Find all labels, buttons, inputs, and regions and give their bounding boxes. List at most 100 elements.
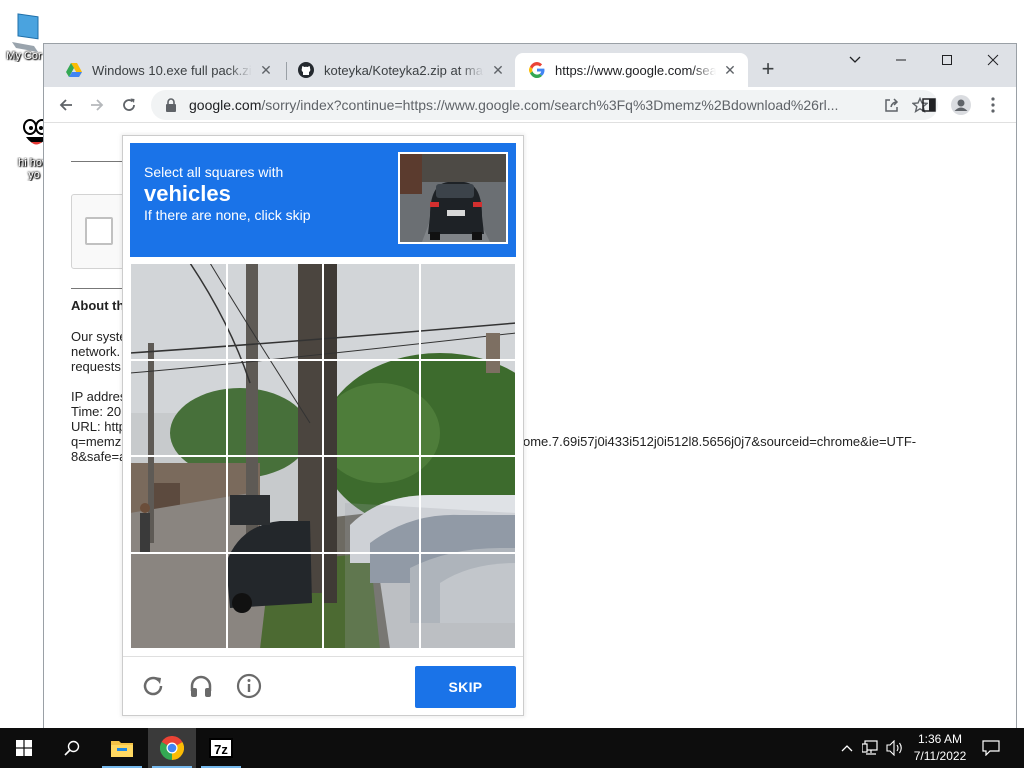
more-vertical-icon — [991, 97, 995, 113]
maximize-button[interactable] — [924, 44, 970, 76]
grid-tile[interactable] — [419, 263, 516, 360]
share-button[interactable] — [878, 91, 906, 119]
grid-tile[interactable] — [226, 456, 323, 553]
network-icon — [862, 740, 878, 755]
network-button[interactable] — [860, 738, 882, 758]
minimize-icon — [896, 59, 906, 61]
audio-challenge-button[interactable] — [186, 671, 216, 701]
info-icon — [236, 673, 262, 699]
search-button[interactable] — [48, 728, 96, 768]
challenge-header: Select all squares with vehicles If ther… — [130, 143, 516, 257]
challenge-image-grid — [130, 263, 516, 649]
grid-tile[interactable] — [130, 552, 227, 649]
taskbar-7zip[interactable]: 7z — [197, 728, 245, 768]
profile-button[interactable] — [947, 91, 975, 119]
side-panel-icon — [922, 98, 936, 112]
time-line: Time: 20 — [71, 404, 122, 419]
7zip-icon: 7z — [209, 738, 233, 758]
show-hidden-icons-button[interactable] — [838, 738, 856, 758]
forward-button[interactable] — [83, 91, 111, 119]
action-center-button[interactable] — [980, 738, 1002, 758]
maximize-icon — [942, 55, 952, 65]
body-line: network. — [71, 344, 121, 359]
google-drive-icon — [66, 62, 82, 78]
query-line: q=memz — [71, 434, 122, 449]
google-icon — [529, 62, 545, 78]
about-heading: About th — [71, 298, 125, 313]
grid-tile[interactable] — [323, 552, 420, 649]
close-tab-icon[interactable]: ✕ — [258, 62, 274, 78]
tab-title: Windows 10.exe full pack.zip - G — [92, 62, 252, 78]
address-bar[interactable]: google.com/sorry/index?continue=https://… — [151, 90, 938, 120]
challenge-instruction: Select all squares with — [144, 164, 284, 180]
new-tab-button[interactable]: + — [756, 58, 780, 82]
grid-tile[interactable] — [323, 456, 420, 553]
help-button[interactable] — [234, 671, 264, 701]
challenge-target: vehicles — [144, 181, 231, 206]
body-line: requests — [71, 359, 121, 374]
reload-button[interactable] — [115, 91, 143, 119]
menu-button[interactable] — [979, 91, 1007, 119]
grid-tile[interactable] — [419, 359, 516, 456]
tab-title: https://www.google.com/search — [555, 62, 716, 78]
grid-tile[interactable] — [323, 263, 420, 360]
windows-logo-icon — [16, 740, 32, 756]
taskbar: 7z 1:36 AM 7/11/2022 — [0, 728, 1024, 768]
grid-tile[interactable] — [226, 359, 323, 456]
tab-google-search[interactable]: https://www.google.com/search ✕ — [515, 53, 748, 87]
url-path: /sorry/index?continue=https://www.google… — [261, 97, 839, 113]
reload-icon — [143, 676, 163, 696]
url-host: google.com — [189, 97, 262, 113]
reload-icon — [123, 98, 135, 111]
tab-search-button[interactable] — [832, 44, 878, 76]
tab-title: koteyka/Koteyka2.zip at main · — [324, 62, 484, 78]
search-icon — [64, 740, 80, 756]
notification-icon — [982, 740, 1000, 756]
grid-tile[interactable] — [130, 359, 227, 456]
body-line: Our syste — [71, 329, 127, 344]
ip-address-line: IP addres — [71, 389, 127, 404]
url-line: URL: http — [71, 419, 126, 434]
taskbar-file-explorer[interactable] — [98, 728, 146, 768]
browser-toolbar: google.com/sorry/index?continue=https://… — [44, 87, 1016, 123]
tab-google-drive[interactable]: Windows 10.exe full pack.zip - G ✕ — [52, 53, 284, 87]
grid-tile[interactable] — [323, 359, 420, 456]
desktop-icon-my-computer[interactable]: My Cor — [0, 8, 48, 62]
close-icon — [987, 54, 999, 66]
grid-tile[interactable] — [226, 552, 323, 649]
computer-icon — [4, 8, 44, 52]
chevron-down-icon — [849, 56, 861, 63]
tab-github[interactable]: koteyka/Koteyka2.zip at main · ✕ — [284, 53, 516, 87]
close-tab-icon[interactable]: ✕ — [722, 62, 738, 78]
sample-image — [398, 152, 508, 244]
avatar-icon — [951, 95, 971, 115]
grid-tile[interactable] — [226, 263, 323, 360]
grid-tile[interactable] — [130, 456, 227, 553]
file-explorer-icon — [111, 741, 133, 757]
challenge-subtext: If there are none, click skip — [144, 207, 311, 223]
taskbar-chrome[interactable] — [148, 728, 196, 768]
close-window-button[interactable] — [970, 44, 1016, 76]
clock[interactable]: 1:36 AM 7/11/2022 — [905, 731, 975, 765]
side-panel-button[interactable] — [915, 91, 943, 119]
speaker-icon — [886, 740, 902, 756]
url-text[interactable]: google.com/sorry/index?continue=https://… — [189, 97, 878, 113]
back-button[interactable] — [52, 91, 80, 119]
minimize-button[interactable] — [878, 44, 924, 76]
grid-tile[interactable] — [419, 456, 516, 553]
grid-tile[interactable] — [419, 552, 516, 649]
chevron-up-icon — [841, 745, 853, 752]
lock-icon[interactable] — [165, 98, 179, 112]
volume-button[interactable] — [884, 738, 906, 758]
clock-time: 1:36 AM — [917, 732, 963, 746]
clock-date: 7/11/2022 — [913, 749, 967, 763]
recaptcha-checkbox[interactable] — [85, 217, 113, 245]
reload-challenge-button[interactable] — [138, 671, 168, 701]
github-icon — [298, 62, 314, 78]
start-button[interactable] — [0, 728, 48, 768]
query-line-tail: ome.7.69i57j0i433i512j0i512l8.5656j0j7&s… — [523, 434, 917, 449]
safe-line: 8&safe=a — [71, 449, 127, 464]
skip-button[interactable]: SKIP — [415, 666, 516, 708]
close-tab-icon[interactable]: ✕ — [490, 62, 506, 78]
grid-tile[interactable] — [130, 263, 227, 360]
